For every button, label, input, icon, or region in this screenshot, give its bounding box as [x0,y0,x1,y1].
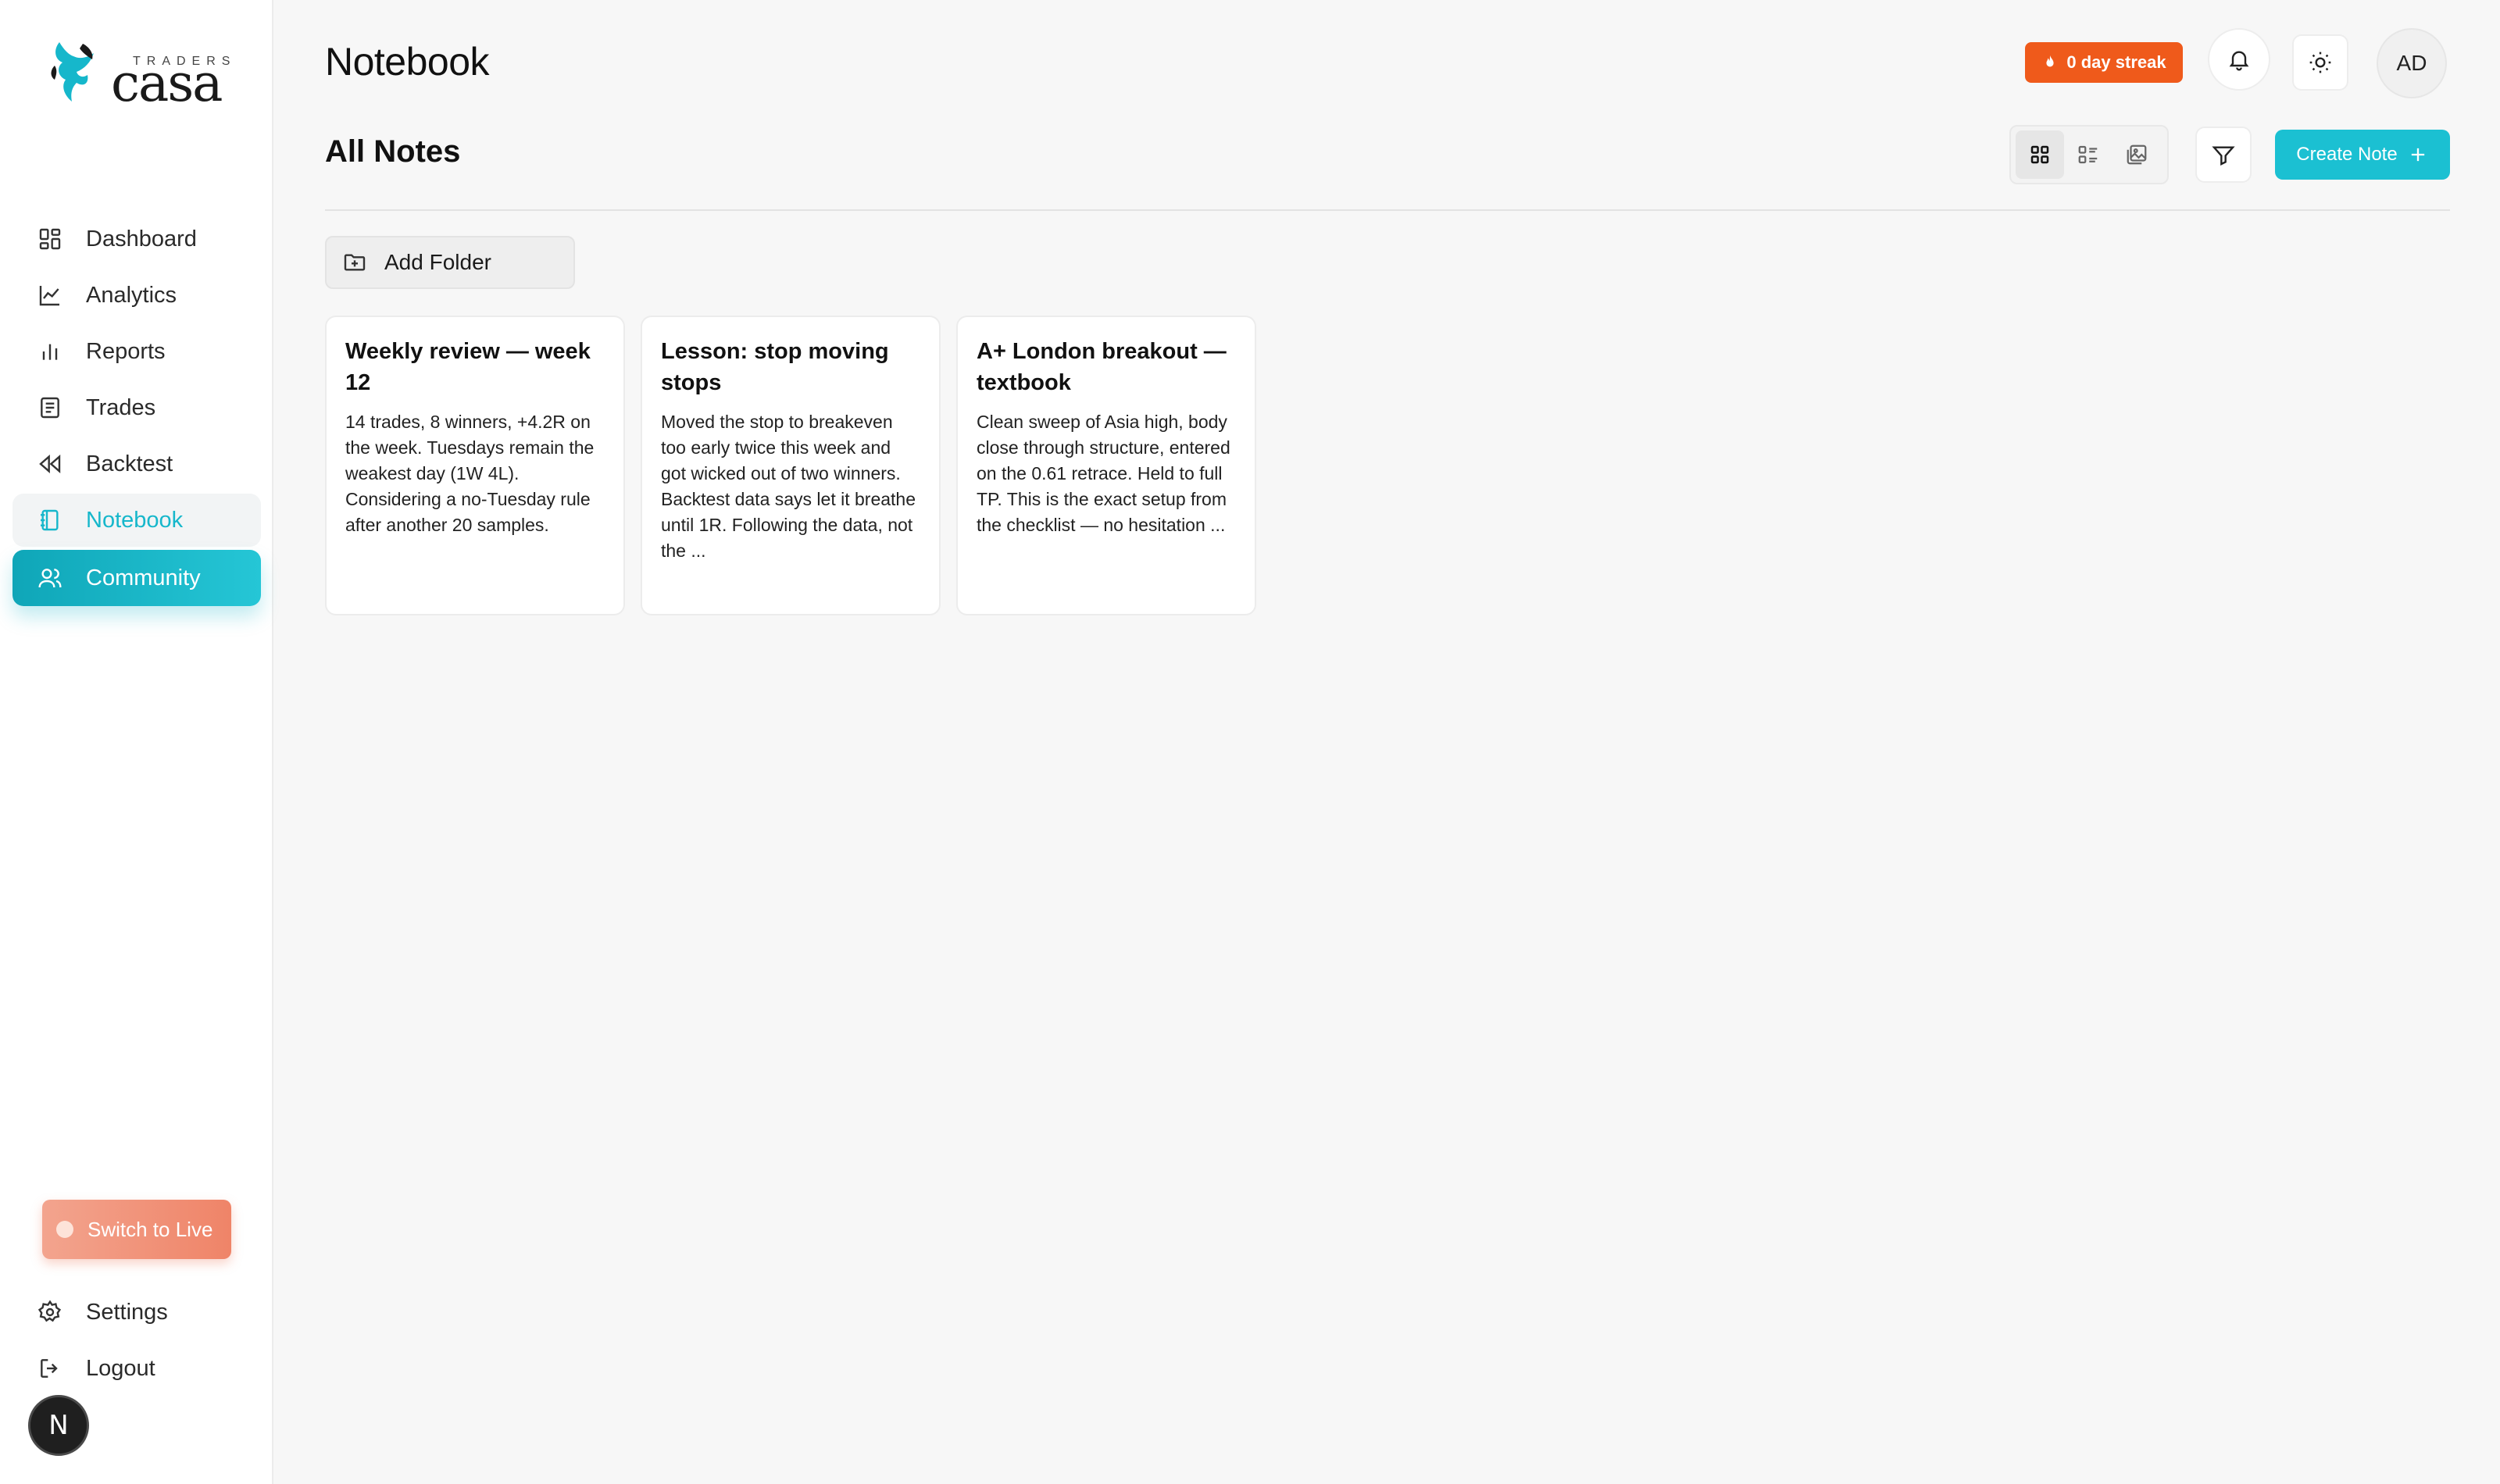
create-note-label: Create Note [2296,144,2398,165]
users-icon [38,569,62,588]
bell-icon [2229,51,2249,71]
sidebar-item-label: Trades [86,394,156,420]
grid-view-button[interactable] [2016,130,2064,179]
note-card[interactable]: Lesson: stop moving stops Moved the stop… [641,316,941,615]
logo-mark-icon [51,42,94,102]
note-preview: 14 trades, 8 winners, +4.2R on the week.… [345,412,595,535]
notes-grid: Weekly review — week 12 14 trades, 8 win… [325,316,1256,615]
notebook-icon [41,509,59,531]
list-icon [2078,145,2098,164]
gallery-icon [2127,144,2147,165]
document-list-icon [41,397,59,419]
sidebar-item-label: Settings [86,1299,168,1325]
bar-chart-icon [42,344,58,360]
note-card[interactable]: A+ London breakout — textbook Clean swee… [956,316,1256,615]
live-dot-icon [56,1221,73,1238]
gallery-view-button[interactable] [2112,130,2161,179]
avatar[interactable]: AD [2377,28,2447,98]
sidebar: TRADERS casa Dashboard Analytics Reports… [0,0,273,1484]
switch-live-label: Switch to Live [88,1217,213,1241]
note-card[interactable]: Weekly review — week 12 14 trades, 8 win… [325,316,625,615]
fab-letter: N [48,1410,69,1441]
rewind-icon [39,455,61,473]
dashboard-icon [39,228,61,250]
n-floating-button[interactable]: N [28,1395,89,1456]
main-nav: Dashboard Analytics Reports Trades Backt… [12,212,261,609]
filter-icon [2212,146,2235,166]
logout-icon [41,1359,58,1378]
add-folder-label: Add Folder [384,250,491,274]
bottom-nav: Settings Logout [12,1286,261,1398]
flame-icon [2046,55,2054,67]
brand-logo[interactable]: TRADERS casa [48,39,230,113]
note-title: Weekly review — week 12 [345,339,591,395]
sidebar-item-label: Logout [86,1355,155,1381]
sidebar-item-label: Notebook [86,507,184,533]
avatar-initials: AD [2396,51,2427,75]
logo-casa-text: casa [111,53,223,113]
theme-toggle-button[interactable] [2292,34,2348,91]
sidebar-item-community[interactable]: Community [12,550,261,606]
divider [325,209,2450,211]
page-title: Notebook [325,40,490,84]
sidebar-item-label: Community [86,565,201,590]
sidebar-item-label: Backtest [86,451,173,476]
folder-plus-icon [344,254,366,271]
sidebar-item-settings[interactable]: Settings [12,1286,261,1339]
sidebar-item-analytics[interactable]: Analytics [12,269,261,322]
create-note-button[interactable]: Create Note [2275,130,2450,180]
list-view-button[interactable] [2064,130,2112,179]
note-preview: Moved the stop to breakeven too early tw… [661,412,916,561]
sidebar-item-label: Reports [86,338,166,364]
sidebar-item-notebook[interactable]: Notebook [12,494,261,547]
sidebar-item-dashboard[interactable]: Dashboard [12,212,261,266]
note-title: A+ London breakout — textbook [977,339,1227,395]
view-mode-toggle [2009,125,2169,184]
sidebar-item-label: Dashboard [86,226,197,251]
filter-button[interactable] [2195,127,2252,183]
notifications-button[interactable] [2208,28,2270,91]
sun-icon [2309,52,2331,73]
switch-to-live-button[interactable]: Switch to Live [42,1200,231,1259]
sidebar-item-logout[interactable]: Logout [12,1342,261,1395]
note-title: Lesson: stop moving stops [661,339,889,395]
grid-icon [2030,145,2049,164]
line-chart-icon [39,286,59,306]
streak-label: 0 day streak [2066,52,2166,72]
sidebar-item-backtest[interactable]: Backtest [12,437,261,491]
sidebar-item-trades[interactable]: Trades [12,381,261,434]
section-title: All Notes [325,134,461,169]
gear-icon [38,1300,62,1322]
sidebar-item-label: Analytics [86,282,177,308]
note-preview: Clean sweep of Asia high, body close thr… [977,412,1230,535]
add-folder-button[interactable]: Add Folder [325,236,575,289]
streak-badge[interactable]: 0 day streak [2025,42,2183,83]
plus-icon [2411,148,2424,162]
sidebar-item-reports[interactable]: Reports [12,325,261,378]
